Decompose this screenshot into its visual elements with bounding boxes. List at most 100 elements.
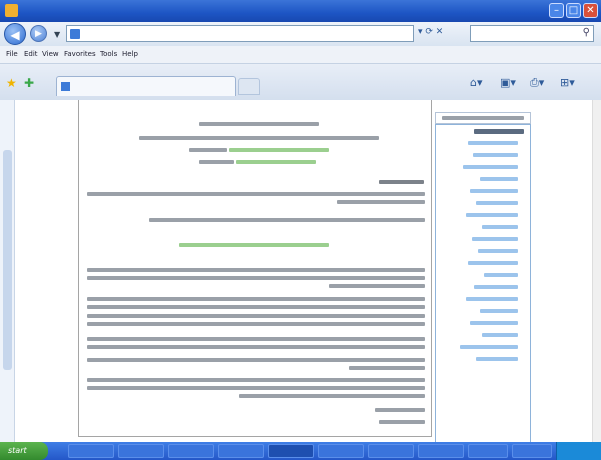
new-tab-button[interactable]	[238, 78, 260, 95]
history-dropdown-icon[interactable]: ▼	[54, 30, 60, 39]
home-icon[interactable]: ⌂▾	[470, 76, 483, 89]
taskbar-item[interactable]	[68, 444, 114, 458]
scrollbar-thumb[interactable]	[3, 150, 12, 370]
window-titlebar: – □ ✕	[0, 0, 601, 22]
sidebar-link[interactable]	[476, 201, 518, 205]
taskbar-item[interactable]	[318, 444, 364, 458]
windows-taskbar: start	[0, 442, 601, 460]
text-line	[87, 378, 425, 382]
text-line	[87, 268, 425, 272]
navigation-bar: ◀ ▶ ▼ ▾ ⟳ ✕ ⚲	[0, 22, 601, 46]
address-url[interactable]	[83, 29, 408, 40]
menu-tools[interactable]: Tools	[100, 50, 117, 58]
sidebar-link[interactable]	[473, 153, 518, 157]
forward-button[interactable]: ▶	[30, 25, 47, 42]
refresh-stop-icons[interactable]: ▾ ⟳ ✕	[418, 27, 443, 37]
text-line	[87, 386, 425, 390]
green-text-line	[236, 160, 316, 164]
favorites-star-icon[interactable]: ★	[6, 76, 17, 90]
text-line	[199, 122, 319, 126]
address-bar[interactable]	[66, 25, 414, 42]
menu-file[interactable]: File	[6, 50, 18, 58]
minimize-icon[interactable]: –	[549, 3, 564, 18]
menu-bar: File Edit View Favorites Tools Help	[0, 46, 601, 64]
sidebar-link[interactable]	[482, 333, 518, 337]
text-line	[442, 116, 524, 120]
text-line	[379, 420, 425, 424]
article-body	[78, 100, 432, 437]
text-line	[87, 337, 425, 341]
sidebar-heading	[474, 129, 524, 134]
taskbar-item[interactable]	[468, 444, 508, 458]
text-line	[87, 314, 425, 318]
sidebar-link[interactable]	[474, 285, 518, 289]
text-line	[87, 297, 425, 301]
text-line	[337, 200, 425, 204]
text-line	[199, 160, 234, 164]
menu-help[interactable]: Help	[122, 50, 138, 58]
green-text-line	[229, 148, 329, 152]
search-icon[interactable]: ⚲	[583, 27, 590, 38]
section-heading	[379, 180, 424, 184]
taskbar-item[interactable]	[118, 444, 164, 458]
sidebar-link[interactable]	[482, 225, 518, 229]
text-line	[349, 366, 425, 370]
browser-tab[interactable]	[56, 76, 236, 96]
taskbar-item[interactable]	[418, 444, 464, 458]
sidebar-link[interactable]	[466, 297, 518, 301]
right-sidebar	[432, 100, 542, 449]
sidebar-link[interactable]	[478, 249, 518, 253]
text-line	[239, 394, 425, 398]
text-line	[149, 218, 425, 222]
text-line	[87, 358, 425, 362]
taskbar-item-active[interactable]	[268, 444, 314, 458]
taskbar-item[interactable]	[512, 444, 552, 458]
sidebar-link[interactable]	[480, 177, 518, 181]
text-line	[87, 276, 425, 280]
left-panel-scrollbar[interactable]	[0, 100, 15, 442]
favorites-tab-bar: ★ ✚ ⌂▾ ▣▾ ⎙▾ ⊞▾	[0, 64, 601, 100]
sidebar-link[interactable]	[470, 321, 518, 325]
maximize-icon[interactable]: □	[566, 3, 581, 18]
sidebar-link[interactable]	[480, 309, 518, 313]
close-icon[interactable]: ✕	[583, 3, 598, 18]
green-link-line[interactable]	[179, 243, 329, 247]
text-line	[87, 345, 425, 349]
search-box[interactable]: ⚲	[470, 25, 594, 42]
sidebar-link[interactable]	[470, 189, 518, 193]
feeds-icon[interactable]: ▣▾	[500, 76, 516, 89]
sidebar-link[interactable]	[460, 345, 518, 349]
taskbar-item[interactable]	[218, 444, 264, 458]
text-line	[189, 148, 227, 152]
sidebar-links-box	[435, 124, 531, 449]
text-line	[139, 136, 379, 140]
menu-edit[interactable]: Edit	[24, 50, 38, 58]
start-button[interactable]: start	[0, 442, 48, 460]
sidebar-link[interactable]	[484, 273, 518, 277]
add-favorite-icon[interactable]: ✚	[24, 76, 34, 90]
sidebar-link[interactable]	[472, 237, 518, 241]
text-line	[87, 192, 425, 196]
page-scrollbar[interactable]	[592, 100, 601, 442]
sidebar-link[interactable]	[476, 357, 518, 361]
back-button[interactable]: ◀	[4, 23, 26, 45]
text-line	[87, 322, 425, 326]
sidebar-link[interactable]	[463, 165, 518, 169]
system-tray	[556, 442, 601, 460]
text-line	[329, 284, 425, 288]
sidebar-link[interactable]	[468, 261, 518, 265]
sidebar-top-box	[435, 112, 531, 124]
menu-favorites[interactable]: Favorites	[64, 50, 96, 58]
sidebar-link[interactable]	[468, 141, 518, 145]
page-menu-icon[interactable]: ⊞▾	[560, 76, 575, 89]
text-line	[87, 305, 425, 309]
taskbar-item[interactable]	[168, 444, 214, 458]
ie-app-icon	[5, 4, 18, 17]
text-line	[375, 408, 425, 412]
print-icon[interactable]: ⎙▾	[530, 76, 544, 90]
web-page-content	[0, 100, 601, 449]
taskbar-item[interactable]	[368, 444, 414, 458]
sidebar-link[interactable]	[466, 213, 518, 217]
tab-page-icon	[61, 82, 70, 91]
menu-view[interactable]: View	[42, 50, 59, 58]
